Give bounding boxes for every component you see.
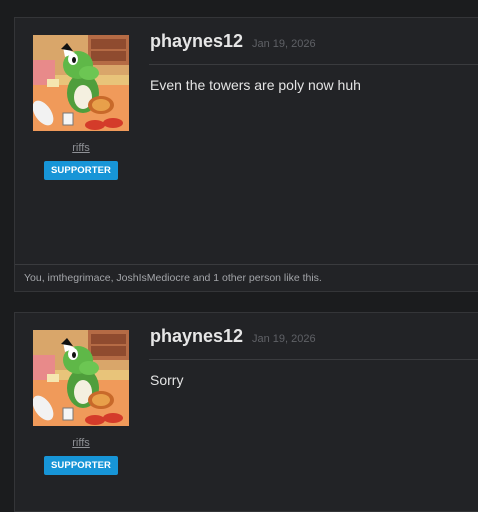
- post-date[interactable]: Jan 19, 2026: [252, 38, 316, 50]
- post-header: phaynes12 Jan 19, 2026: [149, 313, 478, 360]
- supporter-badge: SUPPORTER: [43, 456, 119, 475]
- post-message: Even the towers are poly now huh: [150, 77, 361, 93]
- post-2: riffs SUPPORTER phaynes12 Jan 19, 2026 S…: [14, 312, 478, 512]
- post-date[interactable]: Jan 19, 2026: [252, 333, 316, 345]
- user-info: riffs SUPPORTER: [15, 18, 147, 180]
- supporter-badge: SUPPORTER: [43, 161, 119, 180]
- avatar[interactable]: [33, 330, 129, 426]
- user-info: riffs SUPPORTER: [15, 313, 147, 475]
- post-message: Sorry: [150, 372, 184, 388]
- user-title-link[interactable]: riffs: [72, 437, 90, 449]
- author-name[interactable]: phaynes12: [150, 31, 243, 52]
- post-1: riffs SUPPORTER phaynes12 Jan 19, 2026 E…: [14, 17, 478, 292]
- likes-summary: You, imthegrimace, JoshIsMediocre and 1 …: [15, 264, 478, 291]
- post-header: phaynes12 Jan 19, 2026: [149, 18, 478, 65]
- avatar[interactable]: [33, 35, 129, 131]
- author-name[interactable]: phaynes12: [150, 326, 243, 347]
- user-title-link[interactable]: riffs: [72, 142, 90, 154]
